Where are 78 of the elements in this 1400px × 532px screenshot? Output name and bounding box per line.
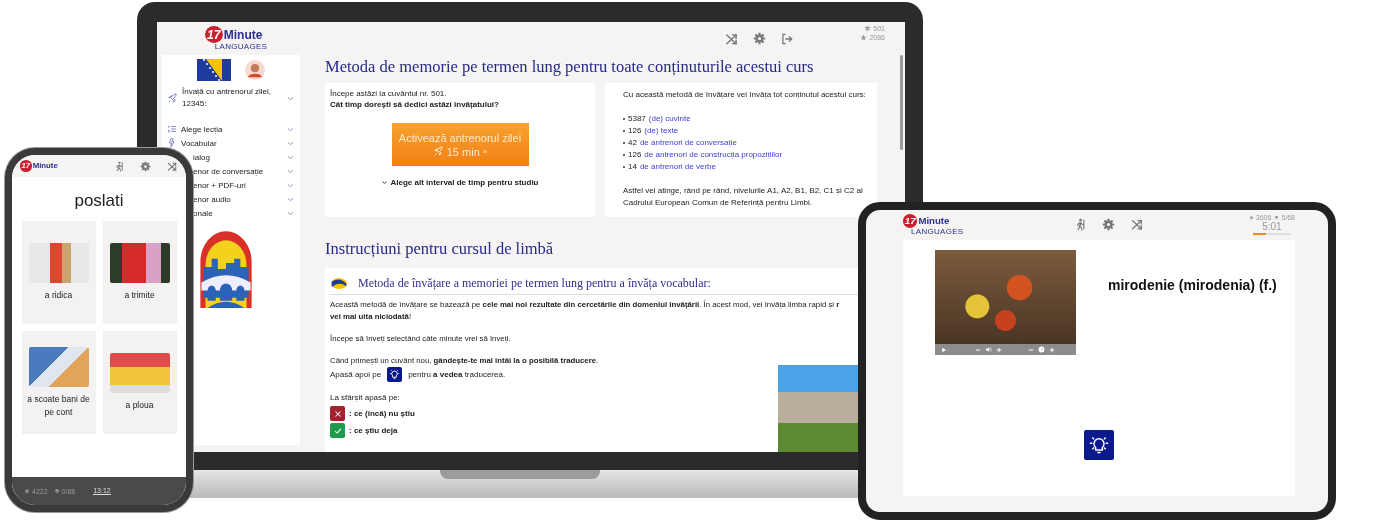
play-icon[interactable] [941, 346, 947, 353]
sidebar-item[interactable]: enor de conversație [193, 166, 264, 176]
logo-badge[interactable]: 17 [903, 214, 918, 228]
lightning-icon [167, 138, 177, 148]
flag-ball-icon [330, 277, 348, 290]
lightbulb-button[interactable] [387, 367, 403, 382]
press-text: Apasă apoi pe [330, 368, 382, 381]
speed-dial-icon[interactable] [1038, 346, 1045, 353]
lightbulb-icon [389, 369, 401, 380]
answer-card[interactable]: a ridica [21, 221, 96, 324]
chevron-down-icon[interactable] [381, 179, 389, 186]
method-subheading: Metoda de învățare a memoriei pe termen lung pentru a învăța vocabular: [358, 276, 711, 291]
lightbulb-button[interactable] [1084, 430, 1114, 460]
video-control-bar[interactable] [935, 344, 1076, 355]
legend-label: : ce (încă) nu știu [349, 409, 415, 418]
numbered-list-icon [167, 124, 177, 134]
answer-card[interactable]: a ploua [102, 331, 177, 434]
plus-icon[interactable] [996, 346, 1002, 353]
speaker-icon[interactable] [985, 346, 992, 353]
start-word-text: Începe astăzi la cuvântul nr. 501. [330, 89, 448, 98]
settings-icon[interactable] [753, 31, 766, 45]
logo-badge[interactable]: 17 [204, 26, 223, 43]
dont-know-button[interactable] [330, 406, 345, 421]
answer-card[interactable]: a trimite [102, 221, 177, 324]
minus-icon[interactable] [1028, 346, 1034, 353]
press-text: pentru a vedea traducerea. [408, 368, 506, 381]
graduation-cap-icon [1274, 214, 1280, 220]
legend-label: : ce știu deja [349, 426, 398, 435]
vocabulary-word: poslati [73, 191, 125, 211]
graduation-cap-icon [53, 488, 60, 494]
plus-icon[interactable] [1049, 346, 1055, 353]
trainer-label[interactable]: Învață cu antrenorul zilei, 12345: [182, 86, 282, 110]
sidebar-item[interactable]: ialog [193, 152, 210, 162]
star-icon [860, 34, 868, 41]
end-label: La sfârșit apasă pe: [330, 392, 401, 404]
logo-wordmark[interactable]: Minute [223, 28, 263, 41]
know-button[interactable] [330, 423, 345, 438]
content-link[interactable]: (de) cuvinte [648, 113, 691, 125]
graduation-cap-icon [864, 25, 872, 32]
photo-placeholder [109, 243, 170, 283]
vocabulary-word: mirodenie (mirodenia) (f.) [1108, 277, 1277, 293]
rocket-icon [167, 92, 178, 104]
x-icon [332, 408, 343, 419]
timer-text: 5:01 [1261, 220, 1283, 232]
content-count: 14 [628, 161, 637, 173]
content-link[interactable]: de antrenori de verbe [639, 161, 716, 173]
content-intro: Cu această metodă de învățare vei învăța tot conținutul acestui curs: [623, 89, 867, 101]
section-heading: Instrucțiuni pentru cursul de limbă [325, 239, 555, 259]
time-question: Cât timp dorești să dedici astăzi învățatului? [330, 100, 500, 109]
page-heading: Metoda de memorie pe termen lung pentru toate conținuturile acestui curs [325, 57, 815, 77]
answer-card[interactable]: a scoate bani de pe cont [21, 331, 96, 434]
content-count: 126 [628, 149, 642, 161]
rocket-icon [432, 146, 444, 157]
content-count: 42 [628, 137, 637, 149]
logo-tagline: LANGUAGES [911, 227, 964, 236]
logo-wordmark[interactable]: Minute [918, 216, 950, 226]
content-count: 126 [628, 125, 642, 137]
logout-icon[interactable] [780, 31, 794, 46]
content-outro: Astfel vei atinge, rând pe rând, nivelurile A1, A2, B1, B2, C1 și C2 al Cadrului European Comun de Referință pentru Limbi. [623, 185, 864, 209]
sidebar-item[interactable]: Vocabular [181, 138, 217, 148]
flag-icon [197, 59, 231, 81]
other-interval-link[interactable]: Alege alt interval de timp pentru studiu [390, 178, 539, 187]
lightbulb-icon [1089, 435, 1109, 455]
photo-placeholder [28, 346, 89, 387]
logo-tagline: LANGUAGES [214, 43, 268, 51]
content-count: 5387 [628, 113, 646, 125]
star-icon [1248, 214, 1254, 220]
sidebar-item[interactable]: Alege lecția [181, 124, 223, 134]
content-link[interactable]: (de) texte [644, 125, 679, 137]
star-icon [24, 488, 30, 494]
settings-icon[interactable] [140, 160, 151, 172]
minus-icon[interactable] [975, 346, 981, 353]
photo-placeholder [28, 243, 89, 283]
settings-icon[interactable] [1102, 218, 1115, 231]
photo-placeholder [109, 353, 170, 393]
content-link[interactable]: de antrenori de conversație [639, 137, 737, 149]
content-link[interactable]: de antrenori de construcția propozițiilor [644, 149, 783, 161]
avatar-icon[interactable] [245, 60, 265, 80]
